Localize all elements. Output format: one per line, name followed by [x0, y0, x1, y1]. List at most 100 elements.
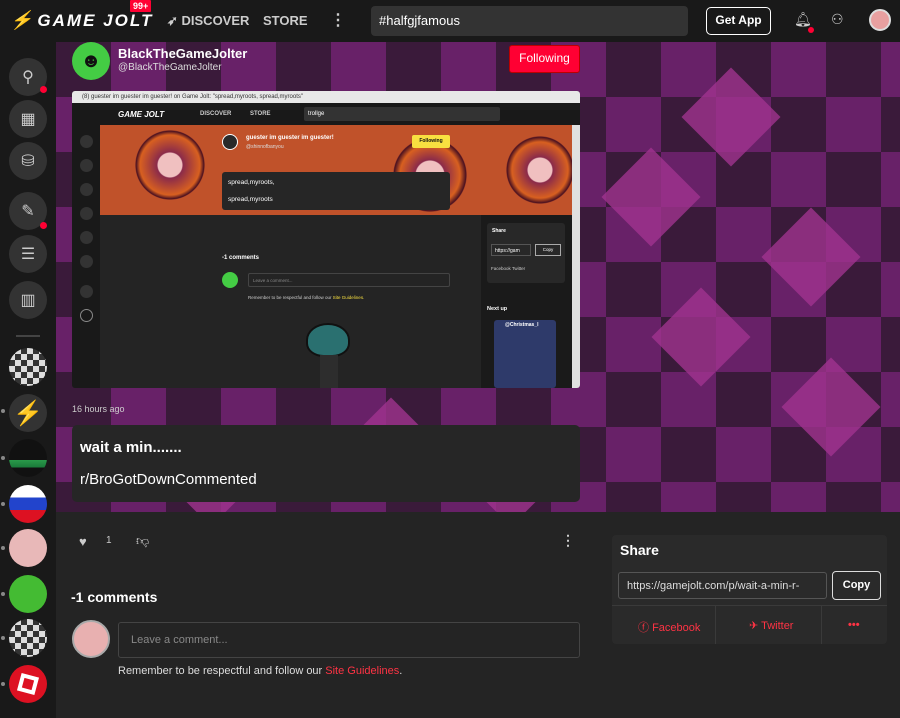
sidebar-pip — [1, 682, 5, 686]
sidebar-pip — [1, 546, 5, 550]
author-avatar[interactable]: ☻ — [72, 42, 110, 80]
twitter-icon: ✈ — [749, 620, 762, 632]
quests-unread-dot — [40, 222, 47, 229]
screenshot-search: trollge — [304, 107, 500, 121]
twitter-share-button[interactable]: ✈ Twitter — [749, 619, 793, 632]
discover-icon: ➶ — [167, 13, 182, 28]
screenshot-follow: Following — [412, 135, 450, 148]
author-name[interactable]: BlackTheGameJolter — [118, 46, 247, 61]
sidebar-pip — [1, 456, 5, 460]
author-handle[interactable]: @BlackTheGameJolter — [118, 62, 222, 73]
comments-header: -1 comments — [71, 589, 158, 605]
share-title: Share — [620, 542, 659, 558]
share-divider — [821, 605, 822, 644]
share-card: Share https://gamejolt.com/p/wait-a-min-… — [612, 535, 887, 644]
screenshot-tree-trunk — [320, 355, 338, 388]
notification-dot — [808, 27, 814, 33]
sidebar-chat-icon[interactable]: ☰ — [9, 235, 47, 273]
sidebar-backpack-icon[interactable]: ⛁ — [9, 142, 47, 180]
like-heart-icon[interactable]: ♥ — [79, 534, 87, 549]
banner-diamond — [651, 287, 751, 387]
share-divider — [715, 605, 716, 644]
screenshot-avatar — [222, 134, 238, 150]
sidebar-community-5[interactable] — [9, 529, 47, 567]
post-text-line-1: wait a min....... — [80, 439, 182, 456]
nav-discover[interactable]: ➶ DISCOVER — [167, 13, 249, 29]
comment-input[interactable]: Leave a comment... — [118, 622, 580, 658]
screenshot-comments: -1 comments — [222, 255, 260, 261]
post-text-line-2: r/BroGotDownCommented — [80, 471, 257, 488]
guidelines-note: Remember to be respectful and follow our… — [118, 665, 403, 677]
sidebar-community-6[interactable] — [9, 575, 47, 613]
sidebar-community-3[interactable] — [9, 439, 47, 477]
screenshot-titlebar: (8) guester im guester im guester! on Ga… — [72, 91, 580, 103]
banner-diamond — [601, 147, 701, 247]
screenshot-topbar: GAME JOLT DISCOVER STORE trollge — [72, 103, 580, 125]
following-button[interactable]: Following — [509, 45, 580, 73]
notification-count-badge: 99+ — [130, 0, 152, 12]
screenshot-sidebar — [72, 125, 100, 388]
screenshot-add-icon — [80, 309, 93, 322]
screenshot-main — [100, 215, 481, 388]
screenshot-sidebar-icon — [80, 135, 93, 148]
post-timestamp: 16 hours ago — [72, 404, 125, 414]
screenshot-post-body: spread,myroots, spread,myroots — [222, 172, 450, 210]
sidebar-community-4[interactable] — [9, 485, 47, 523]
nav-store[interactable]: STORE — [263, 13, 308, 28]
banner-diamond — [681, 67, 781, 167]
like-count: 1 — [106, 535, 112, 546]
screenshot-sidebar-icon — [80, 183, 93, 196]
screenshot-comment-avatar — [222, 272, 238, 288]
sidebar-pip — [1, 592, 5, 596]
post-options-icon[interactable]: ⋮ — [561, 532, 575, 549]
screenshot-line-1: spread,myroots, — [228, 179, 275, 186]
sidebar-community-8[interactable] — [9, 665, 47, 703]
commenter-avatar — [72, 620, 110, 658]
sidebar-divider — [16, 335, 40, 337]
sidebar-community-2[interactable]: ⚡ — [9, 394, 47, 432]
sidebar-pip — [1, 636, 5, 640]
search-input[interactable]: #halfgjfamous — [371, 6, 688, 36]
screenshot-trollge-tree — [306, 323, 350, 357]
screenshot-comment-input: Leave a comment... — [248, 273, 450, 287]
screenshot-sidebar-icon — [80, 207, 93, 220]
dislike-icon[interactable]: 👎︎ — [136, 533, 149, 549]
user-avatar[interactable] — [869, 9, 891, 31]
copy-button[interactable]: Copy — [832, 571, 881, 600]
facebook-icon: ⓕ — [638, 622, 653, 634]
get-app-button[interactable]: Get App — [706, 7, 771, 35]
roblox-logo — [16, 672, 40, 696]
screenshot-next-up: Next up — [487, 306, 508, 312]
sidebar-pip — [1, 409, 5, 413]
screenshot-sidebar-icon — [80, 255, 93, 268]
screenshot-sidebar-icon — [80, 285, 93, 298]
share-url-field[interactable]: https://gamejolt.com/p/wait-a-min-r- — [618, 572, 827, 599]
gamejolt-logo[interactable]: ⚡ GAME JOLT — [10, 10, 153, 31]
sidebar-community-7[interactable] — [9, 619, 47, 657]
screenshot-line-2: spread,myroots — [228, 196, 273, 203]
screenshot-handle: @shinnofbanyou — [246, 144, 284, 150]
banner-diamond — [761, 207, 861, 307]
bolt-icon: ⚡ — [10, 10, 35, 30]
nav-more-icon[interactable]: ⋮ — [330, 10, 346, 30]
sidebar-library-icon[interactable]: ▥ — [9, 281, 47, 319]
post-media-image[interactable]: (8) guester im guester im guester! on Ga… — [72, 91, 580, 388]
more-share-button[interactable]: ••• — [848, 619, 860, 631]
friends-icon[interactable]: ⚇ — [831, 11, 844, 28]
bell-icon[interactable]: 🔔︎ — [794, 11, 812, 28]
sidebar-community-1[interactable] — [9, 348, 47, 386]
screenshot-scrollbar — [572, 125, 580, 388]
screenshot-share: Share https://gam Copy Facebook Twitter — [487, 223, 565, 283]
screenshot-sidebar-icon — [80, 159, 93, 172]
screenshot-author: guester im guester im guester! — [246, 135, 334, 141]
screenshot-sidebar-icon — [80, 231, 93, 244]
screenshot-nav-store: STORE — [250, 111, 271, 117]
sidebar-store-icon[interactable]: ▦ — [9, 100, 47, 138]
post-body: wait a min....... r/BroGotDownCommented — [72, 425, 580, 502]
screenshot-next-card: @Christmas_l — [494, 320, 556, 388]
screenshot-nav-discover: DISCOVER — [200, 111, 232, 117]
banner-diamond — [781, 357, 881, 457]
site-guidelines-link[interactable]: Site Guidelines — [325, 665, 399, 677]
facebook-share-button[interactable]: ⓕ Facebook — [638, 619, 700, 635]
screenshot-guidelines: Remember to be respectful and follow our… — [248, 295, 365, 300]
